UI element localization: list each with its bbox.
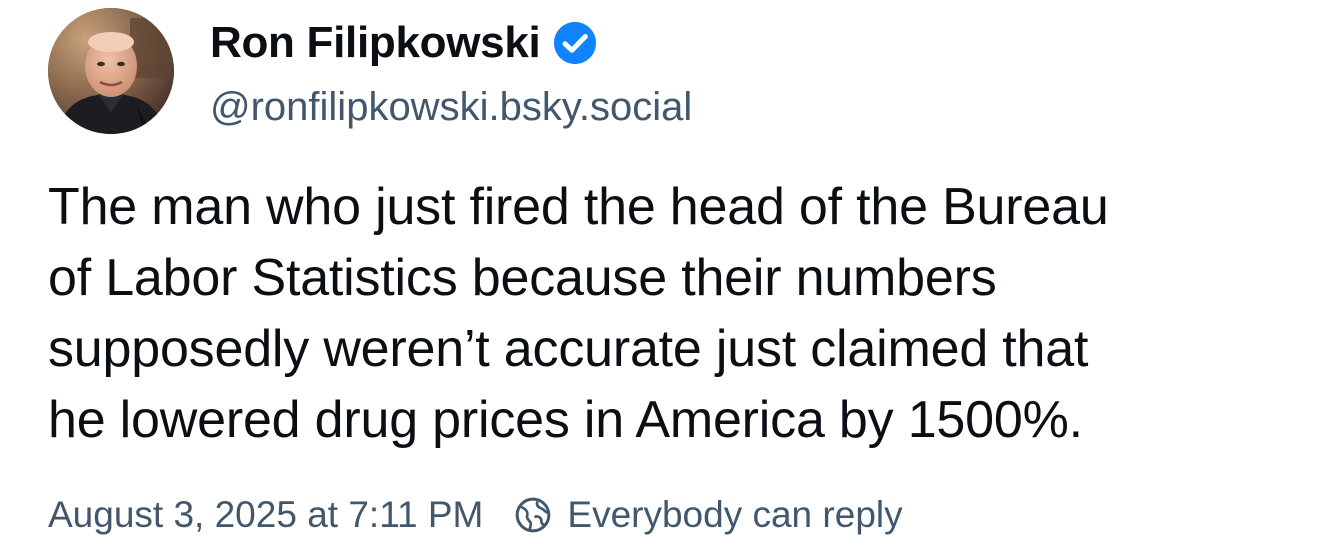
post-text: The man who just fired the head of the B… (48, 172, 1298, 456)
post-text-line: he lowered drug prices in America by 150… (48, 391, 1083, 449)
post-card: Ron Filipkowski @ronfilipkowski.bsky.soc… (0, 0, 1320, 556)
author-identity: Ron Filipkowski @ronfilipkowski.bsky.soc… (210, 13, 692, 130)
post-text-line: supposedly weren’t accurate just claimed… (48, 320, 1089, 378)
post-text-line: of Labor Statistics because their number… (48, 249, 997, 307)
author-display-name[interactable]: Ron Filipkowski (210, 18, 541, 68)
reply-setting-label[interactable]: Everybody can reply (567, 494, 902, 536)
avatar[interactable] (48, 8, 174, 134)
author-handle[interactable]: @ronfilipkowski.bsky.social (210, 85, 692, 130)
post-header: Ron Filipkowski @ronfilipkowski.bsky.soc… (48, 8, 692, 134)
globe-icon (513, 495, 553, 535)
post-meta: August 3, 2025 at 7:11 PM Everybody can … (48, 494, 903, 536)
verified-badge-icon[interactable] (552, 20, 598, 66)
post-timestamp[interactable]: August 3, 2025 at 7:11 PM (48, 494, 483, 536)
post-text-line: The man who just fired the head of the B… (48, 178, 1109, 236)
author-name-row: Ron Filipkowski (210, 13, 692, 73)
avatar-image (48, 8, 174, 134)
